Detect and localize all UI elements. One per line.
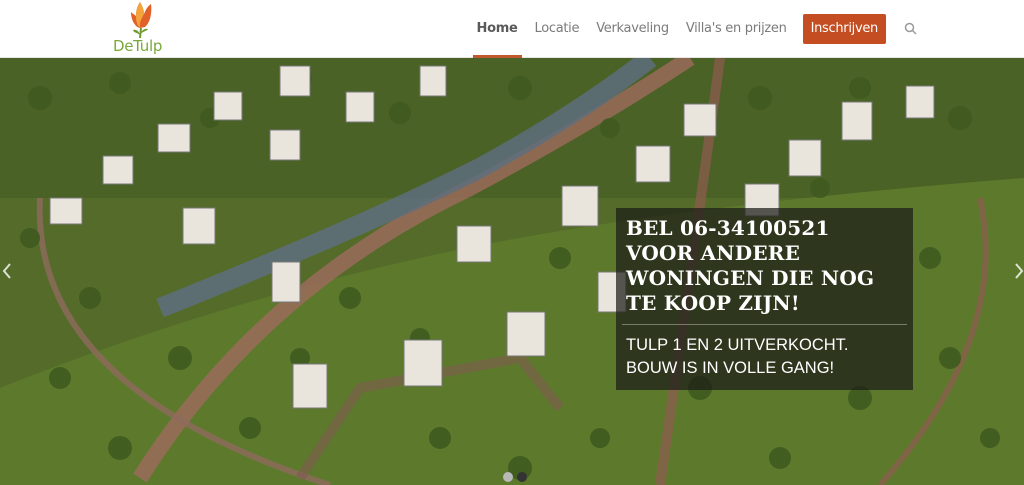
search-icon[interactable] [904,22,918,36]
caption-divider [622,324,907,325]
main-nav: Home Locatie Verkaveling Villa's en prij… [460,0,918,58]
hero-subtitle: TULP 1 EN 2 UITVERKOCHT. BOUW IS IN VOLL… [626,336,849,377]
chevron-right-icon [1015,263,1024,279]
site-header: DeTulp Home Locatie Verkaveling Villa's … [0,0,1024,58]
chevron-left-icon [2,263,11,279]
nav-locatie[interactable]: Locatie [535,0,580,58]
slider-dot-2[interactable] [517,472,527,482]
nav-verkaveling[interactable]: Verkaveling [596,0,669,58]
hero-caption: BEL 06-34100521 VOOR ANDERE WONINGEN DIE… [616,208,913,390]
slider-next-arrow[interactable] [1014,262,1024,285]
hero-title: BEL 06-34100521 VOOR ANDERE WONINGEN DIE… [626,216,875,315]
slider-dot-1[interactable] [503,472,513,482]
logo-text[interactable]: DeTulp [113,37,162,55]
slider-pagination [503,472,527,482]
inschrijven-button[interactable]: Inschrijven [802,14,886,44]
slider-prev-arrow[interactable] [2,262,12,285]
nav-home[interactable]: Home [472,0,522,58]
hero-slider: BEL 06-34100521 VOOR ANDERE WONINGEN DIE… [0,58,1024,485]
nav-villas-en-prijzen[interactable]: Villa's en prijzen [686,0,787,58]
